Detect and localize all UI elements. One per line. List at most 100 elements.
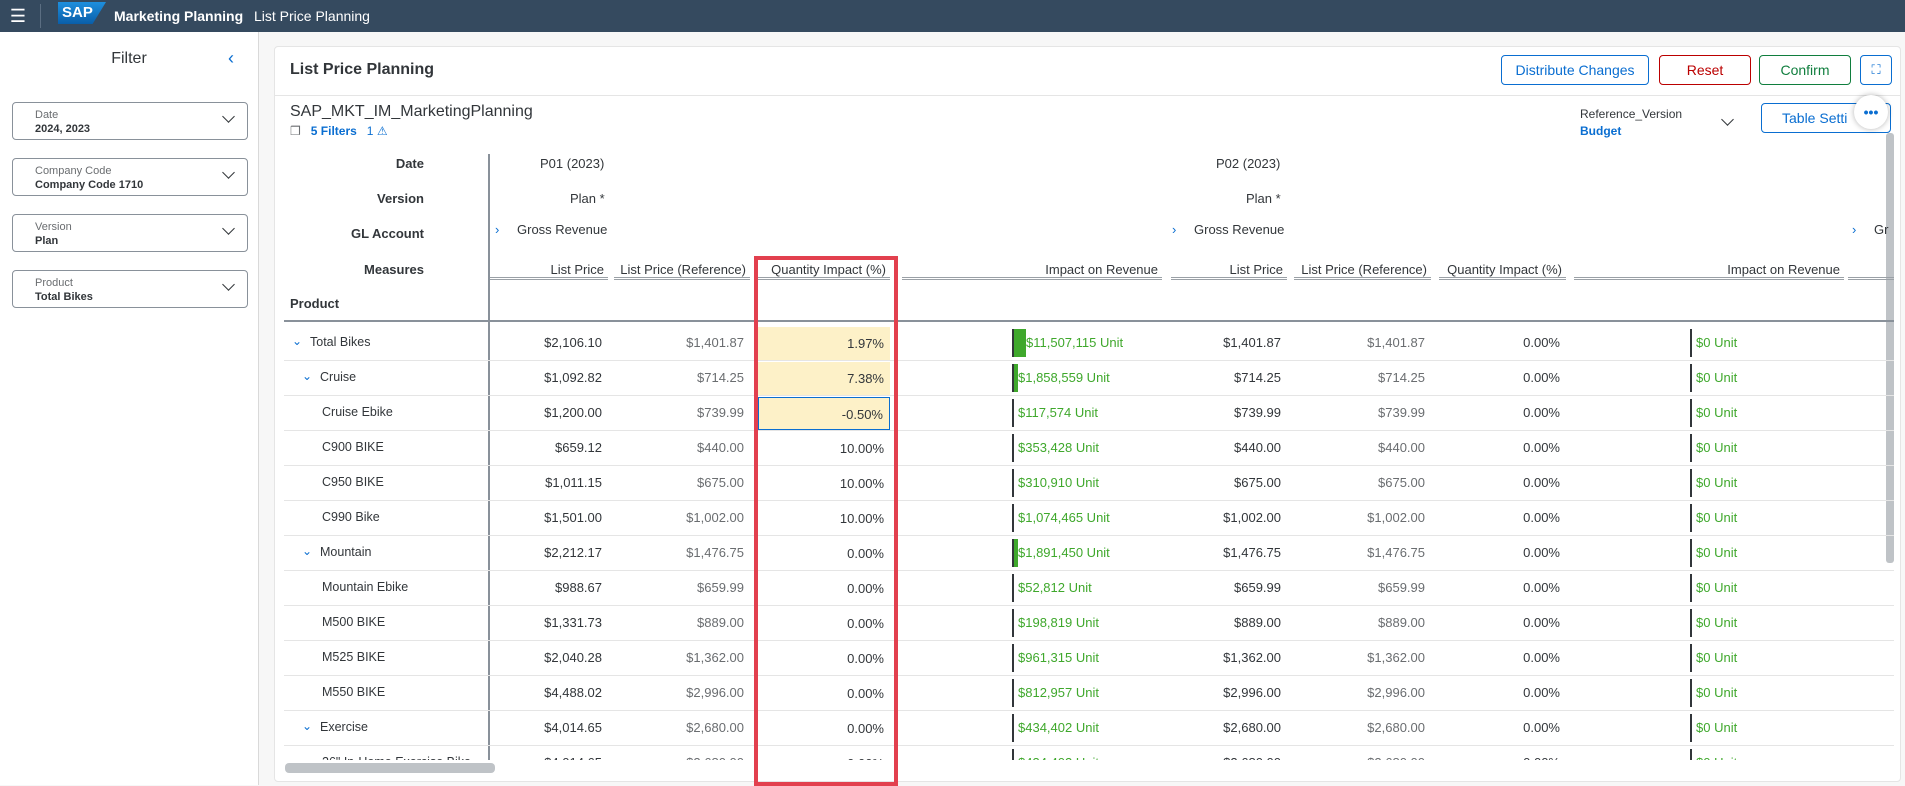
list-price-cell[interactable]: $659.12 <box>490 440 608 455</box>
gl-account-header-label: GL Account <box>351 226 424 241</box>
quantity-impact-cell[interactable]: 0.00% <box>1439 720 1566 735</box>
list-price-cell[interactable]: $2,106.10 <box>490 335 608 350</box>
row-divider <box>284 395 1894 396</box>
list-price-cell[interactable]: $1,200.00 <box>490 405 608 420</box>
expand-chevron-right-icon[interactable]: › <box>1172 222 1176 237</box>
quantity-impact-cell[interactable]: 0.00% <box>1439 510 1566 525</box>
list-price-cell[interactable]: $4,488.02 <box>490 685 608 700</box>
impact-bar-axis <box>1012 399 1014 427</box>
reference-price-cell: $739.99 <box>1378 405 1425 420</box>
list-price-cell[interactable]: $1,476.75 <box>1171 545 1287 560</box>
reset-button[interactable]: Reset <box>1659 55 1751 85</box>
list-price-cell[interactable]: $4,014.65 <box>490 720 608 735</box>
measure-header: List Price (Reference) <box>614 262 750 280</box>
quantity-impact-cell[interactable]: 0.00% <box>758 747 890 760</box>
quantity-impact-cell[interactable]: 0.00% <box>1439 580 1566 595</box>
quantity-impact-cell[interactable]: 10.00% <box>758 467 890 500</box>
more-options-icon[interactable]: ••• <box>1854 95 1888 129</box>
row-divider <box>284 430 1894 431</box>
expand-chevron-down-icon[interactable]: ⌄ <box>302 369 312 383</box>
list-price-cell[interactable]: $2,212.17 <box>490 545 608 560</box>
list-price-cell[interactable]: $1,362.00 <box>1171 650 1287 665</box>
row-label: Mountain Ebike <box>322 580 409 594</box>
quantity-impact-cell[interactable]: 0.00% <box>1439 615 1566 630</box>
impact-bar <box>1014 329 1026 357</box>
quantity-impact-cell[interactable]: 7.38% <box>758 362 890 395</box>
date-filter[interactable]: Date 2024, 2023 <box>12 102 248 140</box>
company-code-filter[interactable]: Company Code Company Code 1710 <box>12 158 248 196</box>
expand-chevron-down-icon[interactable]: ⌄ <box>302 719 312 733</box>
product-filter[interactable]: Product Total Bikes <box>12 270 248 308</box>
row-label: Exercise <box>320 720 368 734</box>
sap-logo[interactable]: SAP <box>58 2 106 24</box>
impact-on-revenue-cell: $0 Unit <box>1696 475 1738 490</box>
quantity-impact-cell[interactable]: 0.00% <box>758 712 890 745</box>
quantity-impact-cell[interactable]: 10.00% <box>758 502 890 535</box>
fullscreen-icon[interactable]: ⛶ <box>1860 55 1892 85</box>
chevron-down-icon[interactable] <box>1721 113 1734 126</box>
row-label: M550 BIKE <box>322 685 386 699</box>
expand-chevron-down-icon[interactable]: ⌄ <box>302 544 312 558</box>
quantity-impact-cell[interactable]: 0.00% <box>1439 335 1566 350</box>
reference-version-select[interactable]: Reference_Version Budget <box>1580 107 1682 138</box>
list-price-cell[interactable]: $4,014.65 <box>490 755 608 760</box>
version-header-label: Version <box>377 191 424 206</box>
quantity-impact-cell[interactable]: 0.00% <box>758 607 890 640</box>
expand-chevron-down-icon[interactable]: ⌄ <box>292 334 302 348</box>
list-price-cell[interactable]: $2,040.28 <box>490 650 608 665</box>
list-price-cell[interactable]: $1,002.00 <box>1171 510 1287 525</box>
horizontal-scrollbar[interactable] <box>285 763 495 773</box>
list-price-cell[interactable]: $1,092.82 <box>490 370 608 385</box>
list-price-cell[interactable]: $2,680.00 <box>1171 755 1287 760</box>
quantity-impact-cell[interactable]: 0.00% <box>758 537 890 570</box>
list-price-cell[interactable]: $659.99 <box>1171 580 1287 595</box>
quantity-impact-cell[interactable]: 0.00% <box>1439 545 1566 560</box>
list-price-cell[interactable]: $1,331.73 <box>490 615 608 630</box>
list-price-cell[interactable]: $1,501.00 <box>490 510 608 525</box>
collapse-chevron-left-icon[interactable]: ‹ <box>228 48 234 69</box>
list-price-cell[interactable]: $440.00 <box>1171 440 1287 455</box>
list-price-cell[interactable]: $2,680.00 <box>1171 720 1287 735</box>
quantity-impact-cell[interactable]: -0.50% <box>758 397 890 430</box>
quantity-impact-cell[interactable]: 0.00% <box>1439 370 1566 385</box>
measures-header-label: Measures <box>364 262 424 277</box>
version-filter[interactable]: Version Plan <box>12 214 248 252</box>
quantity-impact-cell[interactable]: 1.97% <box>758 327 890 360</box>
hamburger-menu-icon[interactable]: ☰ <box>8 6 28 26</box>
quantity-impact-cell[interactable]: 10.00% <box>758 432 890 465</box>
quantity-impact-cell[interactable]: 0.00% <box>758 642 890 675</box>
list-price-cell[interactable]: $1,401.87 <box>1171 335 1287 350</box>
quantity-impact-cell[interactable]: 0.00% <box>1439 475 1566 490</box>
expand-chevron-right-icon[interactable]: › <box>1852 222 1856 237</box>
version-filter-label: Version <box>35 221 72 233</box>
list-price-cell[interactable]: $675.00 <box>1171 475 1287 490</box>
impact-bar-axis <box>1012 504 1014 532</box>
list-price-cell[interactable]: $1,011.15 <box>490 475 608 490</box>
distribute-changes-button[interactable]: Distribute Changes <box>1501 55 1649 85</box>
chevron-down-icon <box>222 278 235 291</box>
confirm-button[interactable]: Confirm <box>1759 55 1851 85</box>
row-header-divider <box>488 154 490 760</box>
expand-chevron-right-icon[interactable]: › <box>495 222 499 237</box>
impact-on-revenue-cell: $0 Unit <box>1696 370 1738 385</box>
quantity-impact-cell[interactable]: 0.00% <box>1439 405 1566 420</box>
warning-icon[interactable]: ⚠ <box>373 124 388 138</box>
list-price-cell[interactable]: $714.25 <box>1171 370 1287 385</box>
row-divider <box>284 675 1894 676</box>
list-price-cell[interactable]: $2,996.00 <box>1171 685 1287 700</box>
impact-bar-axis <box>1690 609 1692 637</box>
list-price-cell[interactable]: $739.99 <box>1171 405 1287 420</box>
filter-panel-title: Filter <box>111 50 147 67</box>
quantity-impact-cell[interactable]: 0.00% <box>1439 685 1566 700</box>
quantity-impact-cell[interactable]: 0.00% <box>1439 440 1566 455</box>
filters-link[interactable]: 5 Filters <box>311 124 357 138</box>
impact-bar-axis <box>1012 749 1014 760</box>
quantity-impact-cell[interactable]: 0.00% <box>1439 650 1566 665</box>
list-price-cell[interactable]: $988.67 <box>490 580 608 595</box>
period-1-date: P01 (2023) <box>540 156 605 171</box>
impact-on-revenue-cell: $0 Unit <box>1696 335 1738 350</box>
quantity-impact-cell[interactable]: 0.00% <box>1439 755 1566 760</box>
quantity-impact-cell[interactable]: 0.00% <box>758 677 890 710</box>
list-price-cell[interactable]: $889.00 <box>1171 615 1287 630</box>
quantity-impact-cell[interactable]: 0.00% <box>758 572 890 605</box>
